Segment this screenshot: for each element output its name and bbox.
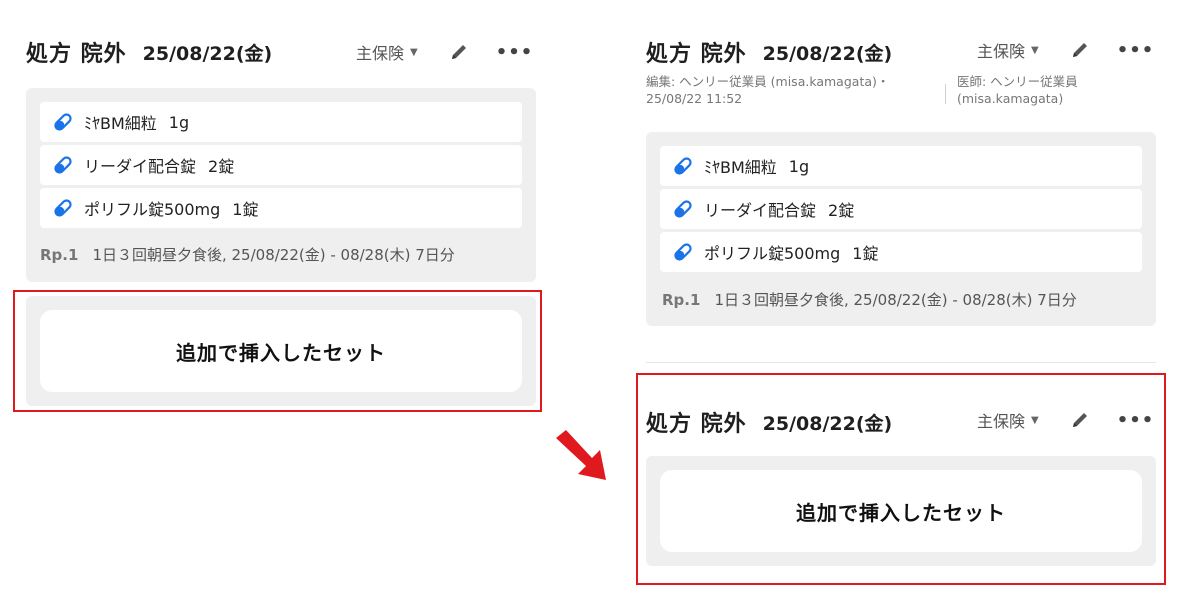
medication-name: リーダイ配合錠 [704, 201, 817, 220]
left-prescription-header: 処方 院外 25/08/22(金) [26, 36, 272, 68]
meta-divider [945, 84, 946, 104]
rp-label: Rp.1 [662, 291, 701, 309]
pill-icon [54, 156, 72, 174]
rp-line: Rp.1 1日３回朝昼夕食後, 25/08/22(金) - 08/28(木) 7日… [662, 289, 1077, 310]
medication-name: ポリフル錠500mg [84, 200, 221, 219]
insurance-select[interactable]: 主保険 ▼ [356, 40, 418, 64]
medication-row[interactable]: ﾐﾔBM細粒 1g [40, 102, 522, 142]
chevron-down-icon: ▼ [1031, 44, 1039, 56]
pencil-icon[interactable] [1069, 39, 1091, 61]
edit-meta: 編集: ヘンリー従業員 (misa.kamagata)・ 25/08/22 11… [646, 73, 889, 107]
doctor-id: (misa.kamagata) [957, 91, 1064, 106]
prescription-date: 25/08/22(金) [142, 42, 273, 65]
right-prescription-header: 処方 院外 25/08/22(金) [646, 36, 892, 68]
left-header-tools: 主保険 ▼ ••• [356, 40, 533, 64]
medication-qty: 2錠 [828, 201, 855, 220]
highlight-box [636, 373, 1166, 585]
rp-label: Rp.1 [40, 246, 79, 264]
edit-time: 25/08/22 11:52 [646, 91, 743, 106]
editor-info: 編集: ヘンリー従業員 (misa.kamagata)・ [646, 74, 890, 89]
insurance-label: 主保険 [356, 44, 405, 63]
prescription-title: 処方 院外 [646, 42, 747, 67]
medication-row[interactable]: ポリフル錠500mg 1錠 [40, 188, 522, 228]
more-icon[interactable]: ••• [1117, 40, 1155, 61]
pill-icon [54, 113, 72, 131]
rp-line: Rp.1 1日３回朝昼夕食後, 25/08/22(金) - 08/28(木) 7日… [40, 244, 455, 265]
medication-row[interactable]: ポリフル錠500mg 1錠 [660, 232, 1142, 272]
insurance-label: 主保険 [977, 42, 1026, 61]
medication-qty: 1g [168, 112, 190, 132]
insurance-select[interactable]: 主保険 ▼ [977, 38, 1039, 62]
medication-row[interactable]: リーダイ配合錠 2錠 [40, 145, 522, 185]
doctor-info: 医師: ヘンリー従業員 [957, 74, 1078, 89]
prescription-date: 25/08/22(金) [762, 42, 893, 65]
more-icon[interactable]: ••• [496, 42, 534, 63]
medication-name: ﾐﾔBM細粒 [704, 158, 777, 177]
pill-icon [54, 199, 72, 217]
pencil-icon[interactable] [448, 41, 470, 63]
medication-name: リーダイ配合錠 [84, 157, 197, 176]
doctor-meta: 医師: ヘンリー従業員 (misa.kamagata) [957, 73, 1078, 107]
medication-name: ﾐﾔBM細粒 [84, 114, 157, 133]
pill-icon [674, 157, 692, 175]
chevron-down-icon: ▼ [410, 46, 418, 58]
prescription-title: 処方 院外 [26, 42, 127, 67]
pill-icon [674, 200, 692, 218]
arrow-icon [556, 430, 606, 480]
medication-qty: 1錠 [232, 200, 259, 219]
medication-qty: 1錠 [852, 244, 879, 263]
pill-icon [674, 243, 692, 261]
left-medication-card: ﾐﾔBM細粒 1g リーダイ配合錠 2錠 ポリフル錠500mg 1錠 Rp.1 1… [26, 88, 536, 282]
section-divider [646, 362, 1156, 363]
right-medication-card: ﾐﾔBM細粒 1g リーダイ配合錠 2錠 ポリフル錠500mg 1錠 Rp.1 1… [646, 132, 1156, 326]
medication-qty: 2錠 [208, 157, 235, 176]
rp-text: 1日３回朝昼夕食後, 25/08/22(金) - 08/28(木) 7日分 [92, 246, 455, 264]
rp-text: 1日３回朝昼夕食後, 25/08/22(金) - 08/28(木) 7日分 [714, 291, 1077, 309]
highlight-box [13, 290, 542, 412]
medication-row[interactable]: ﾐﾔBM細粒 1g [660, 146, 1142, 186]
medication-qty: 1g [788, 156, 810, 176]
medication-row[interactable]: リーダイ配合錠 2錠 [660, 189, 1142, 229]
right-header-tools: 主保険 ▼ ••• [977, 38, 1154, 62]
medication-name: ポリフル錠500mg [704, 244, 841, 263]
